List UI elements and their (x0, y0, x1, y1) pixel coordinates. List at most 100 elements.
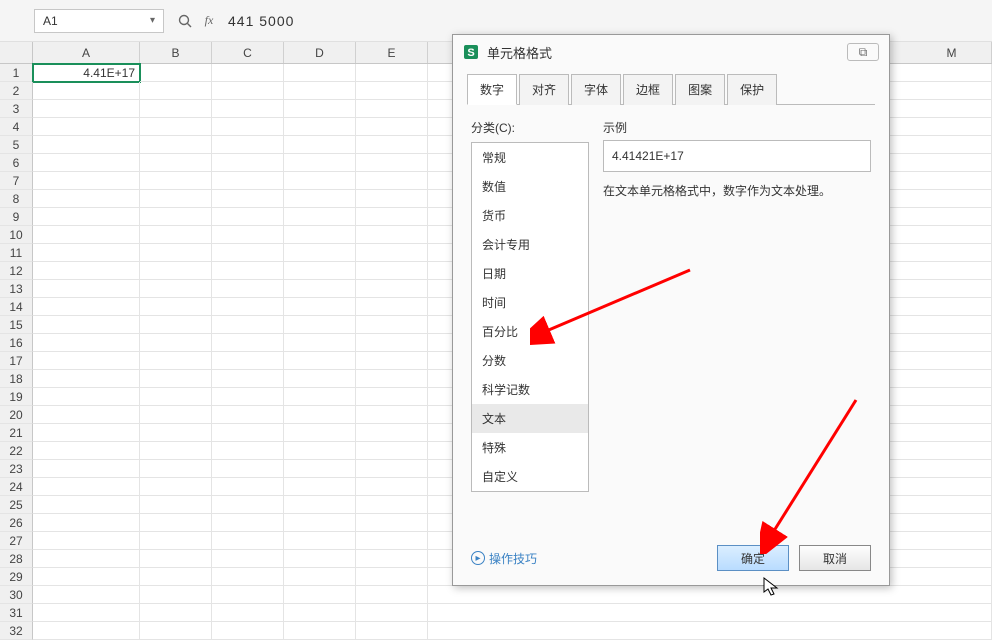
cell[interactable] (140, 280, 212, 298)
cell[interactable] (212, 550, 284, 568)
row-header[interactable]: 31 (0, 604, 33, 622)
cell[interactable] (284, 604, 356, 622)
cell[interactable] (912, 604, 992, 622)
cell[interactable] (284, 622, 356, 640)
row-header[interactable]: 14 (0, 298, 33, 316)
cell[interactable] (284, 514, 356, 532)
zoom-icon[interactable] (176, 12, 194, 30)
cell[interactable] (33, 172, 140, 190)
cell[interactable] (356, 388, 428, 406)
row-header[interactable]: 5 (0, 136, 33, 154)
cell[interactable] (33, 190, 140, 208)
cell[interactable] (356, 604, 428, 622)
row-header[interactable]: 28 (0, 550, 33, 568)
cell[interactable] (33, 262, 140, 280)
col-A[interactable]: A (33, 42, 140, 63)
cell[interactable] (140, 460, 212, 478)
cell[interactable] (284, 154, 356, 172)
cell[interactable] (33, 280, 140, 298)
cell[interactable] (140, 586, 212, 604)
cell[interactable] (33, 568, 140, 586)
cell[interactable] (356, 280, 428, 298)
tab-1[interactable]: 对齐 (519, 74, 569, 105)
cell[interactable] (212, 442, 284, 460)
cell[interactable] (212, 532, 284, 550)
tab-4[interactable]: 图案 (675, 74, 725, 105)
cell[interactable] (912, 262, 992, 280)
cell[interactable] (284, 532, 356, 550)
cell[interactable] (212, 226, 284, 244)
ok-button[interactable]: 确定 (717, 545, 789, 571)
cell[interactable] (912, 298, 992, 316)
row-header[interactable]: 23 (0, 460, 33, 478)
row-header[interactable]: 15 (0, 316, 33, 334)
cell[interactable] (912, 154, 992, 172)
cell[interactable] (212, 334, 284, 352)
cell[interactable] (33, 298, 140, 316)
cell[interactable] (356, 172, 428, 190)
cell[interactable] (912, 100, 992, 118)
cell[interactable] (284, 550, 356, 568)
col-M[interactable]: M (912, 42, 992, 63)
row-header[interactable]: 11 (0, 244, 33, 262)
cell[interactable] (912, 496, 992, 514)
cell[interactable] (140, 334, 212, 352)
category-item[interactable]: 自定义 (472, 462, 588, 491)
cell[interactable] (140, 244, 212, 262)
cell[interactable] (912, 280, 992, 298)
cell[interactable] (212, 118, 284, 136)
cell[interactable] (912, 118, 992, 136)
cell[interactable] (212, 154, 284, 172)
cell[interactable] (140, 190, 212, 208)
cell[interactable] (33, 370, 140, 388)
row-header[interactable]: 29 (0, 568, 33, 586)
cell[interactable] (212, 244, 284, 262)
cell[interactable] (33, 532, 140, 550)
dropdown-icon[interactable]: ▾ (150, 15, 155, 26)
cell[interactable] (284, 424, 356, 442)
cell[interactable] (356, 568, 428, 586)
cell[interactable] (212, 172, 284, 190)
cell[interactable] (912, 82, 992, 100)
cell[interactable] (212, 298, 284, 316)
cell[interactable] (33, 244, 140, 262)
cell[interactable] (284, 478, 356, 496)
cell[interactable] (212, 604, 284, 622)
cell[interactable] (284, 136, 356, 154)
row-header[interactable]: 1 (0, 64, 33, 82)
cell[interactable] (356, 514, 428, 532)
cell[interactable] (33, 154, 140, 172)
tab-2[interactable]: 字体 (571, 74, 621, 105)
cell[interactable] (140, 298, 212, 316)
cell[interactable] (356, 406, 428, 424)
cell[interactable] (33, 82, 140, 100)
row-header[interactable]: 10 (0, 226, 33, 244)
cell[interactable] (33, 622, 140, 640)
cell[interactable] (912, 586, 992, 604)
cell[interactable] (33, 604, 140, 622)
cancel-button[interactable]: 取消 (799, 545, 871, 571)
row-header[interactable]: 7 (0, 172, 33, 190)
cell[interactable] (140, 388, 212, 406)
cell[interactable] (212, 586, 284, 604)
cell[interactable] (212, 64, 284, 82)
formula-bar[interactable]: 441 5000 (228, 13, 294, 29)
cell[interactable] (284, 316, 356, 334)
cell[interactable] (356, 622, 428, 640)
cell[interactable] (284, 388, 356, 406)
cell[interactable] (284, 460, 356, 478)
category-item[interactable]: 特殊 (472, 433, 588, 462)
tips-link[interactable]: ▸ 操作技巧 (471, 550, 537, 567)
tab-3[interactable]: 边框 (623, 74, 673, 105)
cell[interactable] (140, 64, 212, 82)
cell[interactable] (33, 334, 140, 352)
cell[interactable] (33, 586, 140, 604)
cell[interactable] (356, 460, 428, 478)
cell[interactable] (212, 82, 284, 100)
cell[interactable] (912, 460, 992, 478)
cell[interactable] (356, 154, 428, 172)
category-item[interactable]: 货币 (472, 201, 588, 230)
cell[interactable] (284, 280, 356, 298)
cell[interactable] (33, 100, 140, 118)
cell[interactable] (212, 100, 284, 118)
